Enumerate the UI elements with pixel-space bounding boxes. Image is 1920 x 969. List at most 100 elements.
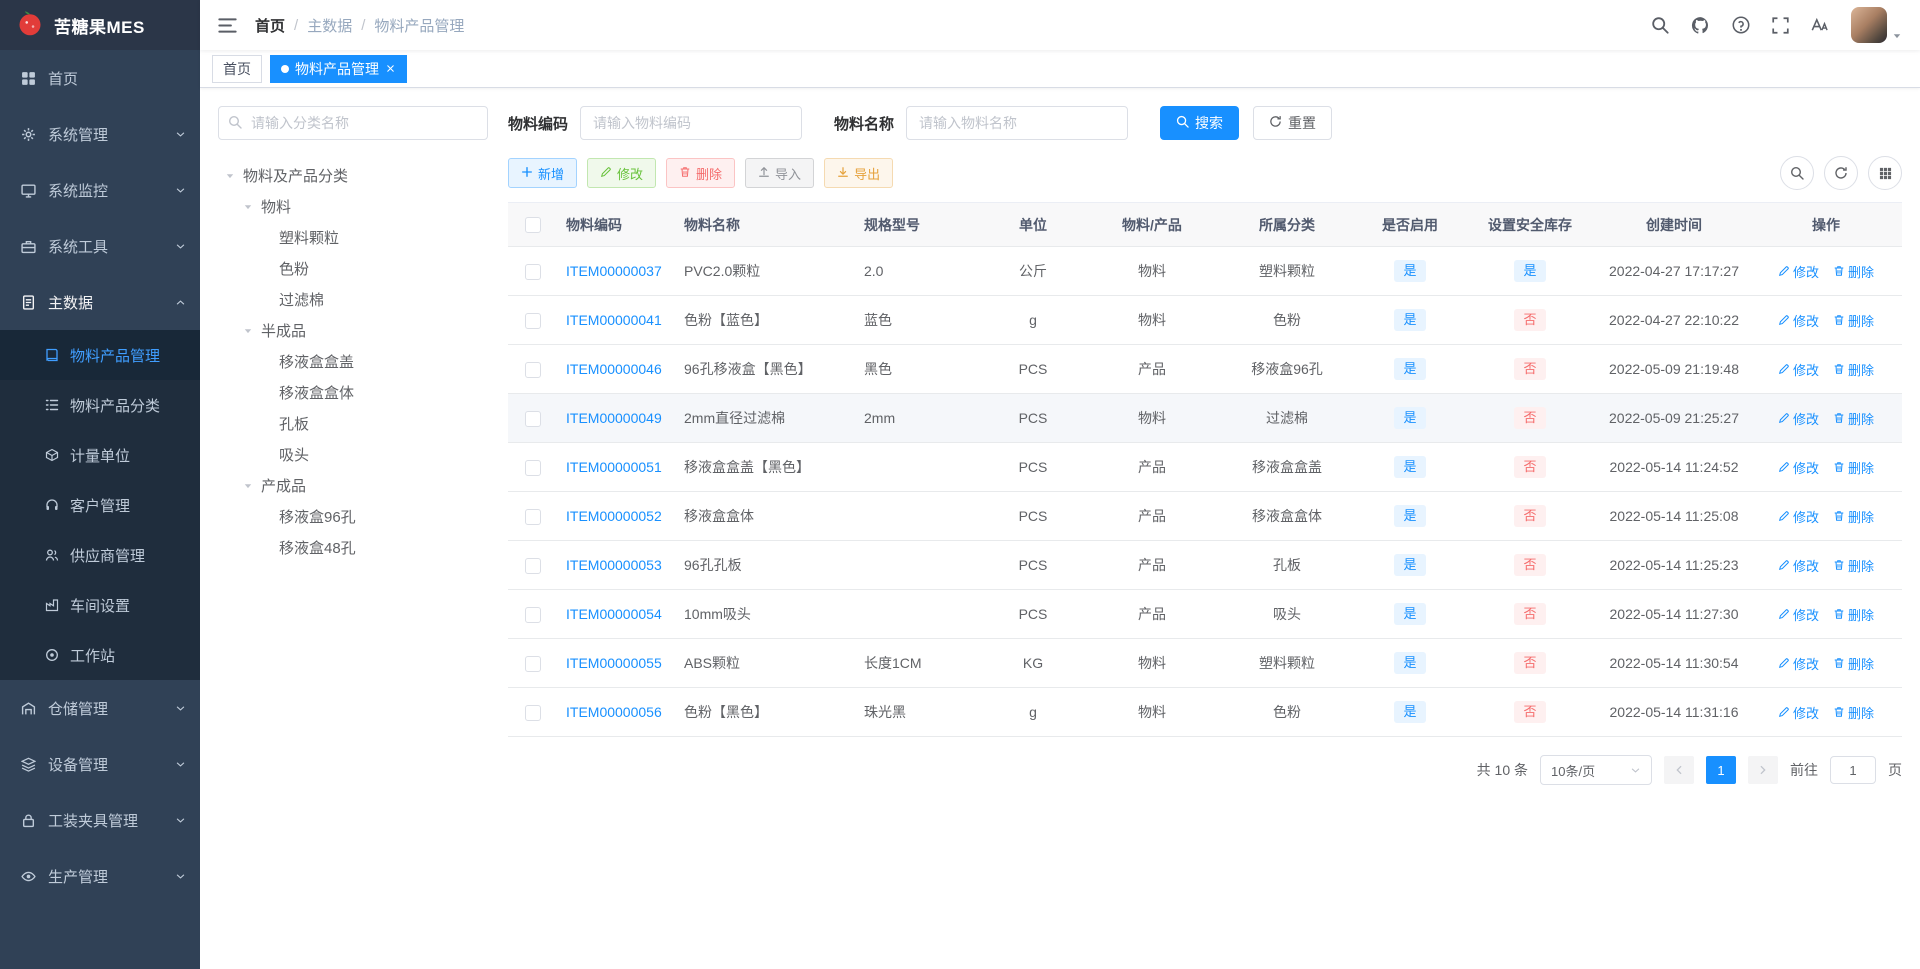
sidebar-subitem-4-4[interactable]: 供应商管理: [0, 530, 200, 580]
sidebar-subitem-4-1[interactable]: 物料产品分类: [0, 380, 200, 430]
github-icon[interactable]: [1691, 16, 1710, 35]
row-delete-button[interactable]: 删除: [1833, 409, 1874, 428]
help-icon[interactable]: [1732, 16, 1750, 34]
sidebar-subitem-4-3[interactable]: 客户管理: [0, 480, 200, 530]
toggle-search-button[interactable]: [1780, 156, 1814, 190]
row-checkbox[interactable]: [525, 361, 541, 378]
row-delete-button[interactable]: 删除: [1833, 507, 1874, 526]
refresh-button[interactable]: [1824, 156, 1858, 190]
tab-1[interactable]: 物料产品管理: [270, 54, 407, 83]
edit-button[interactable]: 修改: [587, 158, 657, 188]
page-1-button[interactable]: 1: [1706, 756, 1736, 784]
caret-down-icon[interactable]: [240, 326, 256, 336]
row-delete-button[interactable]: 删除: [1833, 360, 1874, 379]
row-delete-button[interactable]: 删除: [1833, 654, 1874, 673]
import-button[interactable]: 导入: [745, 158, 815, 188]
row-edit-button[interactable]: 修改: [1778, 360, 1819, 379]
caret-down-icon[interactable]: [240, 202, 256, 212]
row-checkbox[interactable]: [525, 459, 541, 476]
sidebar-item-8[interactable]: 生产管理: [0, 848, 200, 904]
tree-node-0[interactable]: 物料及产品分类: [218, 160, 488, 191]
user-menu[interactable]: [1851, 7, 1902, 43]
row-edit-button[interactable]: 修改: [1778, 409, 1819, 428]
item-code-link[interactable]: ITEM00000053: [566, 557, 662, 573]
tree-node-3[interactable]: 色粉: [218, 253, 488, 284]
breadcrumb-item-1[interactable]: 主数据: [307, 15, 352, 36]
tree-node-6[interactable]: 移液盒盒盖: [218, 346, 488, 377]
add-button[interactable]: 新增: [508, 158, 578, 188]
row-edit-button[interactable]: 修改: [1778, 262, 1819, 281]
sidebar-subitem-4-2[interactable]: 计量单位: [0, 430, 200, 480]
row-edit-button[interactable]: 修改: [1778, 458, 1819, 477]
next-page-button[interactable]: [1748, 756, 1778, 784]
tree-node-5[interactable]: 半成品: [218, 315, 488, 346]
sidebar-item-6[interactable]: 设备管理: [0, 736, 200, 792]
row-edit-button[interactable]: 修改: [1778, 556, 1819, 575]
sidebar-subitem-4-5[interactable]: 车间设置: [0, 580, 200, 630]
export-button[interactable]: 导出: [824, 158, 894, 188]
row-checkbox[interactable]: [525, 557, 541, 574]
row-checkbox[interactable]: [525, 508, 541, 525]
row-edit-button[interactable]: 修改: [1778, 703, 1819, 722]
breadcrumb-item-0[interactable]: 首页: [255, 15, 285, 36]
select-all-checkbox[interactable]: [525, 217, 541, 234]
app-logo[interactable]: 苦糖果MES: [0, 0, 200, 50]
item-code-link[interactable]: ITEM00000054: [566, 606, 662, 622]
sidebar-item-2[interactable]: 系统监控: [0, 162, 200, 218]
row-checkbox[interactable]: [525, 655, 541, 672]
tree-node-1[interactable]: 物料: [218, 191, 488, 222]
tree-node-8[interactable]: 孔板: [218, 408, 488, 439]
row-delete-button[interactable]: 删除: [1833, 605, 1874, 624]
sidebar-subitem-4-6[interactable]: 工作站: [0, 630, 200, 680]
page-size-select[interactable]: 10条/页: [1540, 755, 1652, 785]
caret-down-icon[interactable]: [222, 171, 238, 181]
tree-node-4[interactable]: 过滤棉: [218, 284, 488, 315]
sidebar-item-7[interactable]: 工装夹具管理: [0, 792, 200, 848]
tree-node-10[interactable]: 产成品: [218, 470, 488, 501]
sidebar-item-3[interactable]: 系统工具: [0, 218, 200, 274]
search-button[interactable]: 搜索: [1160, 106, 1240, 140]
item-code-link[interactable]: ITEM00000052: [566, 508, 662, 524]
tree-node-9[interactable]: 吸头: [218, 439, 488, 470]
item-code-link[interactable]: ITEM00000049: [566, 410, 662, 426]
row-checkbox[interactable]: [525, 263, 541, 280]
tab-0[interactable]: 首页: [212, 54, 262, 83]
search-icon[interactable]: [1651, 16, 1669, 34]
sidebar-item-0[interactable]: 首页: [0, 50, 200, 106]
row-delete-button[interactable]: 删除: [1833, 458, 1874, 477]
hamburger-icon[interactable]: [218, 16, 237, 35]
prev-page-button[interactable]: [1664, 756, 1694, 784]
tree-node-7[interactable]: 移液盒盒体: [218, 377, 488, 408]
item-code-link[interactable]: ITEM00000051: [566, 459, 662, 475]
font-size-icon[interactable]: [1811, 16, 1829, 34]
item-code-link[interactable]: ITEM00000055: [566, 655, 662, 671]
category-search-input[interactable]: [218, 106, 488, 140]
row-checkbox[interactable]: [525, 312, 541, 329]
close-tab-icon[interactable]: [385, 63, 396, 74]
columns-button[interactable]: [1868, 156, 1902, 190]
caret-down-icon[interactable]: [240, 481, 256, 491]
row-checkbox[interactable]: [525, 704, 541, 721]
item-code-link[interactable]: ITEM00000046: [566, 361, 662, 377]
name-input[interactable]: [906, 106, 1129, 140]
row-edit-button[interactable]: 修改: [1778, 507, 1819, 526]
row-edit-button[interactable]: 修改: [1778, 605, 1819, 624]
reset-button[interactable]: 重置: [1253, 106, 1333, 140]
item-code-link[interactable]: ITEM00000037: [566, 263, 662, 279]
fullscreen-icon[interactable]: [1772, 16, 1789, 34]
sidebar-subitem-4-0[interactable]: 物料产品管理: [0, 330, 200, 380]
item-code-link[interactable]: ITEM00000041: [566, 312, 662, 328]
row-edit-button[interactable]: 修改: [1778, 654, 1819, 673]
row-delete-button[interactable]: 删除: [1833, 311, 1874, 330]
row-checkbox[interactable]: [525, 606, 541, 623]
row-checkbox[interactable]: [525, 410, 541, 427]
sidebar-item-1[interactable]: 系统管理: [0, 106, 200, 162]
tree-node-2[interactable]: 塑料颗粒: [218, 222, 488, 253]
delete-button[interactable]: 删除: [666, 158, 736, 188]
code-input[interactable]: [580, 106, 803, 140]
sidebar-item-4[interactable]: 主数据: [0, 274, 200, 330]
sidebar-item-5[interactable]: 仓储管理: [0, 680, 200, 736]
item-code-link[interactable]: ITEM00000056: [566, 704, 662, 720]
row-delete-button[interactable]: 删除: [1833, 556, 1874, 575]
row-edit-button[interactable]: 修改: [1778, 311, 1819, 330]
